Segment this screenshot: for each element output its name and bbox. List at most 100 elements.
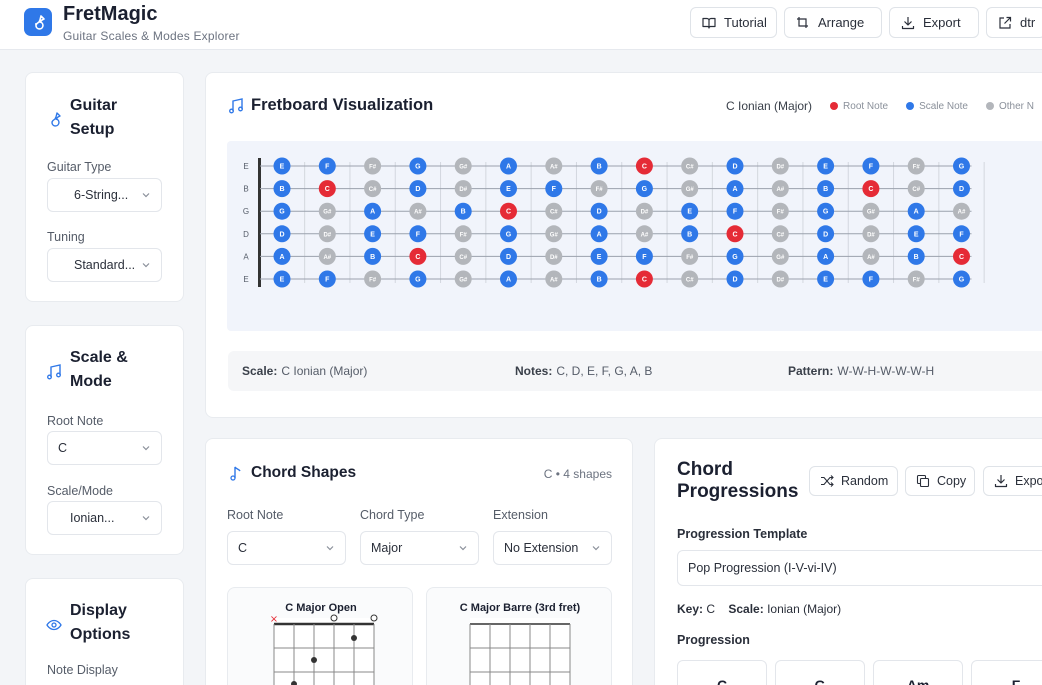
fret-note[interactable]: G — [726, 247, 744, 265]
progression-chord[interactable]: C — [677, 660, 767, 685]
fret-note[interactable]: G# — [454, 157, 472, 175]
fret-note[interactable]: D# — [318, 225, 336, 243]
fret-note[interactable]: D — [817, 225, 835, 243]
fret-note[interactable]: A — [726, 180, 744, 198]
chord-card[interactable]: C Major Open × — [227, 587, 413, 685]
fret-note[interactable]: C — [953, 247, 970, 265]
fret-note[interactable]: D — [726, 157, 744, 175]
fret-note[interactable]: G# — [681, 180, 699, 198]
share-button[interactable]: dtr — [986, 7, 1042, 38]
fret-note[interactable]: E — [273, 270, 291, 288]
export-button[interactable]: Export — [889, 7, 979, 38]
guitar-type-select[interactable]: 6-String... — [47, 178, 162, 212]
fret-note[interactable]: G# — [862, 202, 880, 220]
chord-root-select[interactable]: C — [227, 531, 346, 565]
fret-note[interactable]: E — [681, 202, 699, 220]
arrange-button[interactable]: Arrange — [784, 7, 882, 38]
fret-note[interactable]: D# — [545, 247, 563, 265]
chord-type-select[interactable]: Major — [360, 531, 479, 565]
fret-note[interactable]: D — [500, 247, 517, 265]
export-progression-button[interactable]: Expo — [983, 466, 1042, 496]
fret-note[interactable]: B — [907, 247, 925, 265]
fret-note[interactable]: G — [409, 157, 427, 175]
fret-note[interactable]: D — [409, 180, 427, 198]
fret-note[interactable]: F# — [907, 157, 925, 175]
fret-note[interactable]: E — [273, 157, 291, 175]
fret-note[interactable]: F — [953, 225, 970, 243]
fret-note[interactable]: D# — [771, 157, 789, 175]
fret-note[interactable]: A — [590, 225, 608, 243]
fret-note[interactable]: G# — [318, 202, 336, 220]
fret-note[interactable]: A — [500, 270, 517, 288]
template-select[interactable]: Pop Progression (I-V-vi-IV) — [677, 550, 1042, 586]
fret-note[interactable]: B — [817, 180, 835, 198]
extension-select[interactable]: No Extension — [493, 531, 612, 565]
fret-note[interactable]: A — [500, 157, 517, 175]
fret-note[interactable]: F# — [364, 157, 382, 175]
fret-note[interactable]: G — [273, 202, 291, 220]
fret-note[interactable]: E — [817, 270, 835, 288]
fret-note[interactable]: C# — [681, 157, 699, 175]
fret-note[interactable]: A# — [318, 247, 336, 265]
fret-note[interactable]: C — [862, 180, 880, 198]
fret-note[interactable]: F — [409, 225, 427, 243]
fret-note[interactable]: E — [907, 225, 925, 243]
fret-note[interactable]: A — [907, 202, 925, 220]
fret-note[interactable]: A# — [635, 225, 653, 243]
fret-note[interactable]: G# — [771, 247, 789, 265]
scale-mode-select[interactable]: Ionian... — [47, 501, 162, 535]
fret-note[interactable]: C# — [364, 180, 382, 198]
progression-chord[interactable]: Am — [873, 660, 963, 685]
fret-note[interactable]: A# — [953, 202, 970, 220]
fret-note[interactable]: B — [681, 225, 699, 243]
fret-note[interactable]: F# — [681, 247, 699, 265]
fret-note[interactable]: A# — [771, 180, 789, 198]
fret-note[interactable]: F# — [590, 180, 608, 198]
fret-note[interactable]: F — [318, 270, 336, 288]
fretboard[interactable]: E E F F# G G# A A# B C C# D D# E F F# G B B C C# D D# E F F# G G# A A… — [227, 141, 1042, 331]
tuning-select[interactable]: Standard... — [47, 248, 162, 282]
fret-note[interactable]: F — [862, 157, 880, 175]
progression-chord[interactable]: F — [971, 660, 1042, 685]
fret-note[interactable]: E — [500, 180, 517, 198]
fret-note[interactable]: F — [318, 157, 336, 175]
fret-note[interactable]: E — [364, 225, 382, 243]
fret-note[interactable]: D — [726, 270, 744, 288]
fret-note[interactable]: C — [500, 202, 517, 220]
fret-note[interactable]: E — [590, 247, 608, 265]
fret-note[interactable]: B — [590, 157, 608, 175]
fret-note[interactable]: F# — [907, 270, 925, 288]
tutorial-button[interactable]: Tutorial — [690, 7, 777, 38]
fret-note[interactable]: C — [726, 225, 744, 243]
root-note-select[interactable]: C — [47, 431, 162, 465]
fret-note[interactable]: G — [953, 157, 970, 175]
fret-note[interactable]: A — [817, 247, 835, 265]
fret-note[interactable]: C — [409, 247, 427, 265]
fret-note[interactable]: D — [273, 225, 291, 243]
fret-note[interactable]: A# — [545, 157, 563, 175]
fret-note[interactable]: D# — [635, 202, 653, 220]
fret-note[interactable]: F — [726, 202, 744, 220]
fret-note[interactable]: C# — [771, 225, 789, 243]
progression-chord[interactable]: G — [775, 660, 865, 685]
fret-note[interactable]: D — [590, 202, 608, 220]
fret-note[interactable]: C# — [681, 270, 699, 288]
fret-note[interactable]: G — [635, 180, 653, 198]
fret-note[interactable]: C# — [545, 202, 563, 220]
fret-note[interactable]: B — [364, 247, 382, 265]
fret-note[interactable]: D — [953, 180, 970, 198]
fret-note[interactable]: B — [590, 270, 608, 288]
fret-note[interactable]: F — [862, 270, 880, 288]
random-button[interactable]: Random — [809, 466, 898, 496]
fret-note[interactable]: E — [817, 157, 835, 175]
fret-note[interactable]: F — [545, 180, 563, 198]
fret-note[interactable]: G — [953, 270, 970, 288]
fret-note[interactable]: C — [635, 157, 653, 175]
fret-note[interactable]: A# — [545, 270, 563, 288]
fret-note[interactable]: F# — [454, 225, 472, 243]
fret-note[interactable]: C# — [907, 180, 925, 198]
fret-note[interactable]: C — [635, 270, 653, 288]
fret-note[interactable]: A — [364, 202, 382, 220]
fret-note[interactable]: A# — [862, 247, 880, 265]
copy-button[interactable]: Copy — [905, 466, 975, 496]
